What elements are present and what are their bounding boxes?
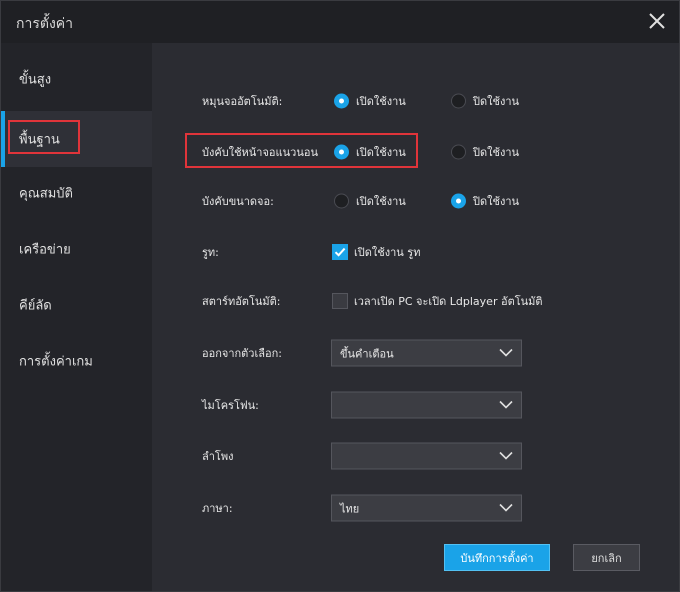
speaker-select[interactable] — [331, 442, 522, 470]
autostart-checkbox-label[interactable]: เวลาเปิด PC จะเปิด Ldplayer อัตโนมัติ — [354, 292, 543, 310]
microphone-select[interactable] — [331, 391, 522, 419]
force-resolution-on-radio[interactable] — [334, 193, 349, 209]
microphone-row: ไมโครโฟน: — [152, 390, 679, 420]
language-label: ภาษา: — [202, 502, 233, 515]
sidebar-item-label: เครือข่าย — [19, 242, 71, 258]
sidebar-item-label: การตั้งค่าเกม — [19, 354, 93, 370]
root-row: รูท: เปิดใช้งาน รูท — [152, 237, 679, 267]
sidebar-item-properties[interactable]: คุณสมบัติ — [1, 165, 152, 221]
language-select[interactable]: ไทย — [331, 494, 522, 522]
root-checkbox[interactable] — [332, 244, 348, 260]
sidebar-item-network[interactable]: เครือข่าย — [1, 221, 152, 277]
checkmark-icon — [334, 247, 346, 257]
sidebar-item-label: ขั้นสูง — [19, 72, 52, 88]
sidebar-item-advanced[interactable]: ขั้นสูง — [1, 51, 152, 107]
cancel-button[interactable]: ยกเลิก — [573, 544, 640, 571]
language-row: ภาษา: ไทย — [152, 493, 679, 523]
force-resolution-off-label[interactable]: ปิดใช้งาน — [473, 192, 519, 210]
force-resolution-on-label[interactable]: เปิดใช้งาน — [356, 192, 406, 210]
autostart-checkbox[interactable] — [332, 293, 348, 309]
force-resolution-label: บังคับขนาดจอ: — [202, 195, 274, 208]
exit-option-value: ขึ้นคำเตือน — [340, 347, 394, 360]
window-title: การตั้งค่า — [16, 16, 74, 32]
exit-option-select[interactable]: ขึ้นคำเตือน — [331, 339, 522, 367]
auto-rotate-label: หมุนจออัตโนมัติ: — [202, 95, 283, 108]
auto-rotate-off-label[interactable]: ปิดใช้งาน — [473, 92, 519, 110]
root-label: รูท: — [202, 246, 219, 259]
close-icon[interactable] — [645, 9, 669, 33]
root-checkbox-label[interactable]: เปิดใช้งาน รูท — [354, 243, 420, 261]
speaker-row: ลำโพง — [152, 441, 679, 471]
chevron-down-icon — [499, 348, 513, 357]
auto-rotate-on-radio[interactable] — [334, 93, 349, 109]
auto-rotate-row: หมุนจออัตโนมัติ: เปิดใช้งาน ปิดใช้งาน — [152, 86, 679, 116]
settings-panel: หมุนจออัตโนมัติ: เปิดใช้งาน ปิดใช้งาน บั… — [152, 43, 679, 591]
save-settings-button[interactable]: บันทึกการตั้งค่า — [444, 544, 550, 571]
microphone-label: ไมโครโฟน: — [202, 399, 259, 412]
exit-option-row: ออกจากตัวเลือก: ขึ้นคำเตือน — [152, 338, 679, 368]
sidebar-item-game-settings[interactable]: การตั้งค่าเกม — [1, 333, 152, 389]
chevron-down-icon — [499, 503, 513, 512]
auto-rotate-on-label[interactable]: เปิดใช้งาน — [356, 92, 406, 110]
exit-option-label: ออกจากตัวเลือก: — [202, 347, 282, 360]
auto-rotate-off-radio[interactable] — [451, 93, 466, 109]
force-landscape-highlight-box — [185, 133, 418, 168]
sidebar-highlight-box — [8, 120, 80, 154]
force-landscape-off-radio[interactable] — [451, 144, 466, 160]
chevron-down-icon — [499, 451, 513, 460]
force-resolution-row: บังคับขนาดจอ: เปิดใช้งาน ปิดใช้งาน — [152, 186, 679, 216]
settings-window: การตั้งค่า ขั้นสูง พื้นฐาน คุณสมบัติ เคร… — [0, 0, 680, 592]
sidebar-item-label: คุณสมบัติ — [19, 186, 73, 202]
autostart-label: สตาร์ทอัตโนมัติ: — [202, 295, 281, 308]
autostart-row: สตาร์ทอัตโนมัติ: เวลาเปิด PC จะเปิด Ldpl… — [152, 286, 679, 316]
force-landscape-off-label[interactable]: ปิดใช้งาน — [473, 143, 519, 161]
sidebar-item-label: คีย์ลัด — [19, 298, 52, 314]
chevron-down-icon — [499, 400, 513, 409]
force-resolution-off-radio[interactable] — [451, 193, 466, 209]
sidebar-item-shortcuts[interactable]: คีย์ลัด — [1, 277, 152, 333]
language-value: ไทย — [340, 502, 360, 515]
speaker-label: ลำโพง — [202, 450, 234, 463]
title-bar: การตั้งค่า — [1, 1, 679, 43]
